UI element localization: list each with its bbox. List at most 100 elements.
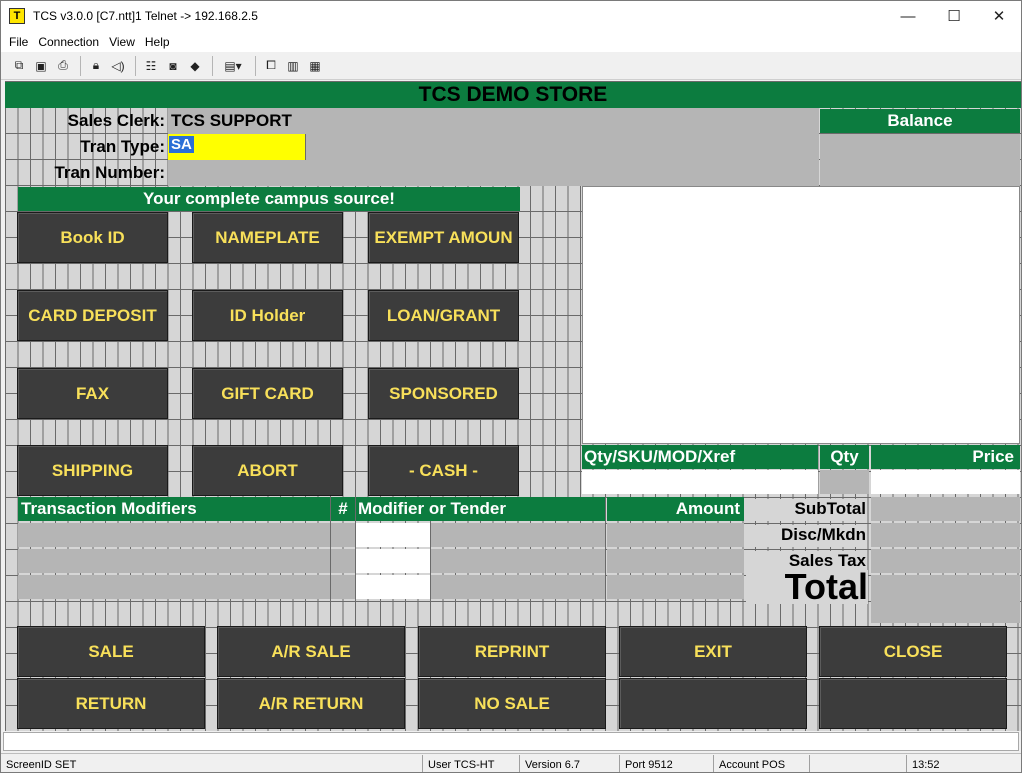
- tender-input-3[interactable]: [356, 575, 430, 599]
- toolbar-separator: [212, 55, 213, 76]
- lock-icon[interactable]: 🔒︎: [86, 56, 106, 76]
- cash-button[interactable]: - CASH -: [368, 445, 519, 496]
- subtotal-label: SubTotal: [746, 499, 866, 521]
- slogan-banner: Your complete campus source!: [18, 187, 520, 211]
- total-label: Total: [746, 569, 868, 605]
- print-icon[interactable]: ⎙: [53, 56, 73, 76]
- shipping-button[interactable]: SHIPPING: [17, 445, 168, 496]
- qty-sku-header: Qty/SKU/MOD/Xref: [582, 445, 818, 469]
- title-bar[interactable]: T TCS v3.0.0 [C7.ntt]1 Telnet -> 192.168…: [1, 1, 1021, 31]
- tran-type-value: SA: [169, 136, 194, 153]
- amount-1: [607, 523, 744, 547]
- chart-icon[interactable]: ▥: [283, 56, 303, 76]
- modifier-row-1: [18, 523, 330, 547]
- close-batch-button[interactable]: CLOSE: [819, 626, 1007, 677]
- status-blank: [809, 755, 905, 772]
- command-input[interactable]: [3, 732, 1019, 751]
- item-display-area: [582, 186, 1020, 444]
- tender-desc-3: [431, 575, 605, 599]
- gift-card-button[interactable]: GIFT CARD: [192, 368, 343, 419]
- status-version: Version 6.7: [519, 755, 618, 772]
- modifier-count-3: [331, 575, 355, 599]
- app-window: T TCS v3.0.0 [C7.ntt]1 Telnet -> 192.168…: [0, 0, 1022, 773]
- return-button[interactable]: RETURN: [17, 678, 205, 729]
- properties-icon[interactable]: ☷: [141, 56, 161, 76]
- amount-2: [607, 549, 744, 573]
- card-deposit-button[interactable]: CARD DEPOSIT: [17, 290, 168, 341]
- tender-desc-2: [431, 549, 605, 573]
- sound-icon[interactable]: ◁): [108, 56, 128, 76]
- qty-header: Qty: [820, 445, 869, 469]
- close-button[interactable]: ✕: [976, 1, 1021, 31]
- monitor-icon[interactable]: ◙: [163, 56, 183, 76]
- maximize-button[interactable]: ☐: [931, 1, 977, 31]
- modifier-count-1: [331, 523, 355, 547]
- sales-clerk-label: Sales Clerk:: [67, 111, 165, 130]
- window-dropdown-icon[interactable]: ▤▾: [218, 56, 248, 76]
- copy-icon[interactable]: ⧉: [9, 56, 29, 76]
- minimize-button[interactable]: —: [885, 1, 931, 31]
- transaction-modifiers-header: Transaction Modifiers: [18, 497, 330, 521]
- modifier-tender-header: Modifier or Tender: [356, 497, 605, 521]
- total-field: [871, 575, 1020, 623]
- tender-desc-1: [431, 523, 605, 547]
- menu-help[interactable]: Help: [140, 33, 175, 51]
- status-bar: ScreenID SET User TCS-HT Version 6.7 Por…: [1, 753, 1021, 772]
- blank-action-button-2[interactable]: [819, 678, 1007, 729]
- menu-view[interactable]: View: [104, 33, 140, 51]
- status-port: Port 9512: [619, 755, 712, 772]
- toolbar-separator: [80, 55, 81, 76]
- tender-input-1[interactable]: [356, 523, 430, 547]
- sales-tax-field: [871, 549, 1020, 573]
- tran-type-extra-field: [306, 134, 495, 160]
- ar-sale-button[interactable]: A/R SALE: [217, 626, 405, 677]
- sku-input[interactable]: [582, 470, 818, 494]
- tran-number-blank-field: [243, 160, 819, 186]
- menu-file[interactable]: File: [4, 33, 33, 51]
- blank-action-button-1[interactable]: [619, 678, 807, 729]
- window-title: TCS v3.0.0 [C7.ntt]1 Telnet -> 192.168.2…: [33, 9, 258, 23]
- book-id-button[interactable]: Book ID: [17, 212, 168, 263]
- tran-type-field[interactable]: SA: [168, 134, 305, 160]
- ar-return-button[interactable]: A/R RETURN: [217, 678, 405, 729]
- tran-type-label: Tran Type:: [80, 137, 165, 156]
- reprint-button[interactable]: REPRINT: [418, 626, 606, 677]
- amount-3: [607, 575, 744, 599]
- nameplate-button[interactable]: NAMEPLATE: [192, 212, 343, 263]
- balance-field: [820, 134, 1020, 186]
- modifier-row-2: [18, 549, 330, 573]
- store-banner: TCS DEMO STORE: [5, 82, 1021, 108]
- menu-connection[interactable]: Connection: [33, 33, 104, 51]
- price-header: Price: [871, 445, 1020, 469]
- status-screen-id: ScreenID SET: [6, 758, 77, 771]
- modifier-count-2: [331, 549, 355, 573]
- tender-input-2[interactable]: [356, 549, 430, 573]
- loan-grant-button[interactable]: LOAN/GRANT: [368, 290, 519, 341]
- book-icon[interactable]: ◆: [185, 56, 205, 76]
- terminal-screen[interactable]: TCS DEMO STORE Sales Clerk: TCS SUPPORT …: [5, 81, 1021, 731]
- balance-header: Balance: [820, 109, 1020, 133]
- subtotal-field: [871, 497, 1020, 521]
- sale-button[interactable]: SALE: [17, 626, 205, 677]
- exempt-amount-button[interactable]: EXEMPT AMOUN: [368, 212, 519, 263]
- id-holder-button[interactable]: ID Holder: [192, 290, 343, 341]
- modifier-row-3: [18, 575, 330, 599]
- fax-button[interactable]: FAX: [17, 368, 168, 419]
- sponsored-button[interactable]: SPONSORED: [368, 368, 519, 419]
- tran-type-blank-field: [495, 134, 819, 160]
- connect-icon[interactable]: ⧠: [261, 56, 281, 76]
- save-icon[interactable]: ▣: [31, 56, 51, 76]
- abort-button[interactable]: ABORT: [192, 445, 343, 496]
- menu-bar: File Connection View Help: [1, 31, 1021, 52]
- toolbar-separator: [135, 55, 136, 76]
- amount-header: Amount: [607, 497, 744, 521]
- keypad-icon[interactable]: ▦: [305, 56, 325, 76]
- qty-input[interactable]: [820, 470, 869, 494]
- tran-number-label: Tran Number:: [54, 163, 165, 182]
- header-blank-field: [495, 108, 819, 134]
- exit-button[interactable]: EXIT: [619, 626, 807, 677]
- disc-mkdn-field: [871, 523, 1020, 547]
- toolbar-separator: [255, 55, 256, 76]
- no-sale-button[interactable]: NO SALE: [418, 678, 606, 729]
- price-input[interactable]: [871, 470, 1020, 494]
